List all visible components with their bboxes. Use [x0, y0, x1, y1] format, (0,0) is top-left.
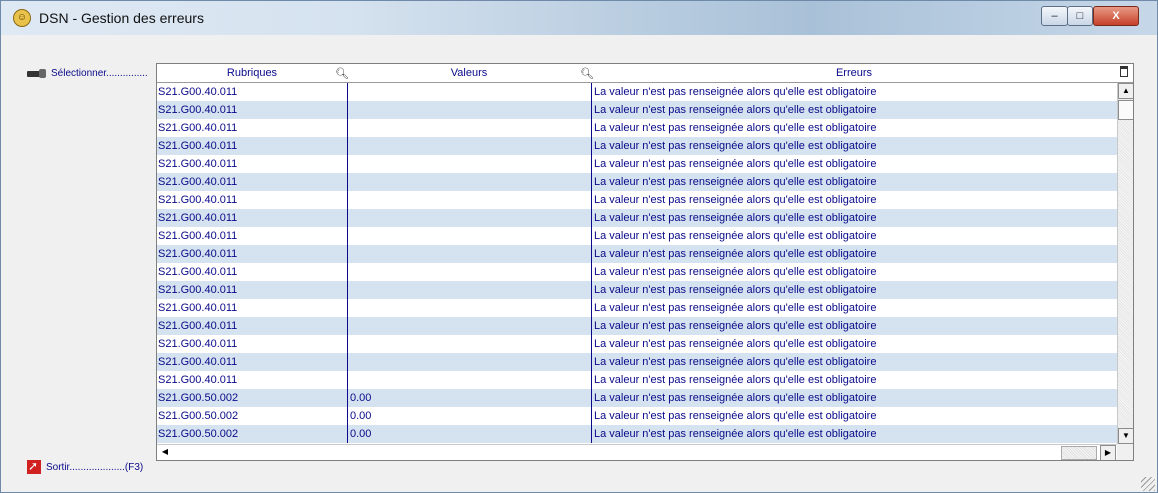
table-row[interactable]: S21.G00.40.011 La valeur n'est pas rensei… [157, 137, 1117, 155]
cell-rubrique: S21.G00.40.011 [158, 212, 238, 224]
cell-rubrique: S21.G00.40.011 [158, 104, 238, 116]
table-row[interactable]: S21.G00.40.011 La valeur n'est pas rensei… [157, 317, 1117, 335]
cell-erreur: La valeur n'est pas renseignée alors qu'… [594, 104, 877, 116]
column-divider [591, 83, 592, 443]
column-header-rubriques[interactable]: Rubriques [157, 67, 347, 79]
cell-rubrique: S21.G00.50.002 [158, 392, 239, 404]
cell-rubrique: S21.G00.40.011 [158, 230, 238, 242]
delete-icon[interactable] [1120, 66, 1128, 77]
title-bar[interactable]: ☺ DSN - Gestion des erreurs – □ X [1, 1, 1157, 35]
minimize-button[interactable]: – [1041, 6, 1068, 26]
cell-erreur: La valeur n'est pas renseignée alors qu'… [594, 212, 877, 224]
cell-erreur: La valeur n'est pas renseignée alors qu'… [594, 302, 877, 314]
table-row[interactable]: S21.G00.40.011 La valeur n'est pas rensei… [157, 371, 1117, 389]
exit-label: Sortir....................(F3) [46, 461, 144, 473]
cell-erreur: La valeur n'est pas renseignée alors qu'… [594, 140, 877, 152]
cell-erreur: La valeur n'est pas renseignée alors qu'… [594, 374, 877, 386]
select-button[interactable]: Sélectionner............... [27, 68, 148, 79]
cell-erreur: La valeur n'est pas renseignée alors qu'… [594, 428, 877, 440]
table-body: S21.G00.40.011 La valeur n'est pas rensei… [157, 83, 1117, 460]
cell-rubrique: S21.G00.40.011 [158, 140, 238, 152]
cell-erreur: La valeur n'est pas renseignée alors qu'… [594, 266, 877, 278]
cell-erreur: La valeur n'est pas renseignée alors qu'… [594, 410, 877, 422]
vertical-scrollbar[interactable]: ▲ ▼ [1117, 83, 1133, 444]
table-row[interactable]: S21.G00.40.011 La valeur n'est pas rensei… [157, 83, 1117, 101]
cell-rubrique: S21.G00.40.011 [158, 320, 238, 332]
exit-icon [27, 459, 41, 474]
table-row[interactable]: S21.G00.40.011 La valeur n'est pas rensei… [157, 191, 1117, 209]
cell-erreur: La valeur n'est pas renseignée alors qu'… [594, 320, 877, 332]
scroll-thumb[interactable] [1118, 100, 1133, 120]
exit-button[interactable]: Sortir....................(F3) [27, 459, 144, 474]
cell-erreur: La valeur n'est pas renseignée alors qu'… [594, 86, 877, 98]
cell-rubrique: S21.G00.50.002 [158, 428, 239, 440]
cell-valeur: 0.00 [350, 428, 372, 440]
pointing-hand-icon [27, 69, 47, 78]
app-icon: ☺ [13, 9, 31, 27]
table-row[interactable]: S21.G00.40.011 La valeur n'est pas rensei… [157, 263, 1117, 281]
app-window: ☺ DSN - Gestion des erreurs – □ X Sélect… [0, 0, 1158, 493]
table-row[interactable]: S21.G00.40.011 La valeur n'est pas rensei… [157, 173, 1117, 191]
cell-rubrique: S21.G00.40.011 [158, 356, 238, 368]
cell-rubrique: S21.G00.40.011 [158, 338, 238, 350]
table-row[interactable]: S21.G00.40.011 La valeur n'est pas rensei… [157, 353, 1117, 371]
cell-erreur: La valeur n'est pas renseignée alors qu'… [594, 230, 877, 242]
table-row[interactable]: S21.G00.40.011 La valeur n'est pas rensei… [157, 281, 1117, 299]
table-row[interactable]: S21.G00.50.002 0.00 La valeur n'est pas re… [157, 407, 1117, 425]
scroll-left-button[interactable]: ◀ [157, 445, 173, 460]
table-row[interactable]: S21.G00.50.002 0.00 La valeur n'est pas re… [157, 425, 1117, 443]
cell-erreur: La valeur n'est pas renseignée alors qu'… [594, 176, 877, 188]
table-row[interactable]: S21.G00.40.011 La valeur n'est pas rensei… [157, 299, 1117, 317]
table-row[interactable]: S21.G00.40.011 La valeur n'est pas rensei… [157, 227, 1117, 245]
cell-rubrique: S21.G00.50.002 [158, 410, 239, 422]
column-header-valeurs[interactable]: Valeurs [347, 67, 591, 79]
cell-rubrique: S21.G00.40.011 [158, 248, 238, 260]
resize-grip[interactable] [1141, 477, 1155, 491]
scrollbar-corner [1117, 444, 1133, 460]
cell-rubrique: S21.G00.40.011 [158, 266, 238, 278]
scroll-thumb[interactable] [1061, 446, 1097, 460]
cell-erreur: La valeur n'est pas renseignée alors qu'… [594, 356, 877, 368]
table-row[interactable]: S21.G00.40.011 La valeur n'est pas rensei… [157, 209, 1117, 227]
cell-rubrique: S21.G00.40.011 [158, 284, 238, 296]
cell-rubrique: S21.G00.40.011 [158, 176, 238, 188]
close-button[interactable]: X [1093, 6, 1139, 26]
table-header: Rubriques 🔍︎ Valeurs 🔍︎ Erreurs [157, 64, 1133, 83]
cell-valeur: 0.00 [350, 410, 372, 422]
scroll-down-button[interactable]: ▼ [1118, 428, 1133, 444]
cell-rubrique: S21.G00.40.011 [158, 302, 238, 314]
table-row[interactable]: S21.G00.40.011 La valeur n'est pas rensei… [157, 335, 1117, 353]
cell-erreur: La valeur n'est pas renseignée alors qu'… [594, 338, 877, 350]
table-row[interactable]: S21.G00.50.002 0.00 La valeur n'est pas re… [157, 389, 1117, 407]
column-header-erreurs[interactable]: Erreurs [591, 67, 1117, 79]
scroll-right-button[interactable]: ▶ [1100, 445, 1116, 460]
cell-erreur: La valeur n'est pas renseignée alors qu'… [594, 392, 877, 404]
maximize-button[interactable]: □ [1067, 6, 1093, 26]
cell-rubrique: S21.G00.40.011 [158, 86, 238, 98]
table-row[interactable]: S21.G00.40.011 La valeur n'est pas rensei… [157, 119, 1117, 137]
cell-erreur: La valeur n'est pas renseignée alors qu'… [594, 158, 877, 170]
cell-erreur: La valeur n'est pas renseignée alors qu'… [594, 248, 877, 260]
cell-erreur: La valeur n'est pas renseignée alors qu'… [594, 284, 877, 296]
table-row[interactable]: S21.G00.40.011 La valeur n'est pas rensei… [157, 101, 1117, 119]
errors-table[interactable]: Rubriques 🔍︎ Valeurs 🔍︎ Erreurs S21.G00.… [156, 63, 1134, 461]
cell-rubrique: S21.G00.40.011 [158, 194, 238, 206]
cell-erreur: La valeur n'est pas renseignée alors qu'… [594, 194, 877, 206]
cell-erreur: La valeur n'est pas renseignée alors qu'… [594, 122, 877, 134]
cell-rubrique: S21.G00.40.011 [158, 374, 238, 386]
table-row[interactable]: S21.G00.40.011 La valeur n'est pas rensei… [157, 155, 1117, 173]
horizontal-scrollbar[interactable]: ◀ ▶ [157, 444, 1117, 460]
table-row[interactable]: S21.G00.40.011 La valeur n'est pas rensei… [157, 245, 1117, 263]
cell-valeur: 0.00 [350, 392, 372, 404]
select-label: Sélectionner............... [51, 68, 148, 79]
cell-rubrique: S21.G00.40.011 [158, 158, 238, 170]
scroll-up-button[interactable]: ▲ [1118, 83, 1133, 99]
cell-rubrique: S21.G00.40.011 [158, 122, 238, 134]
window-title: DSN - Gestion des erreurs [39, 10, 204, 26]
column-divider [347, 83, 348, 443]
